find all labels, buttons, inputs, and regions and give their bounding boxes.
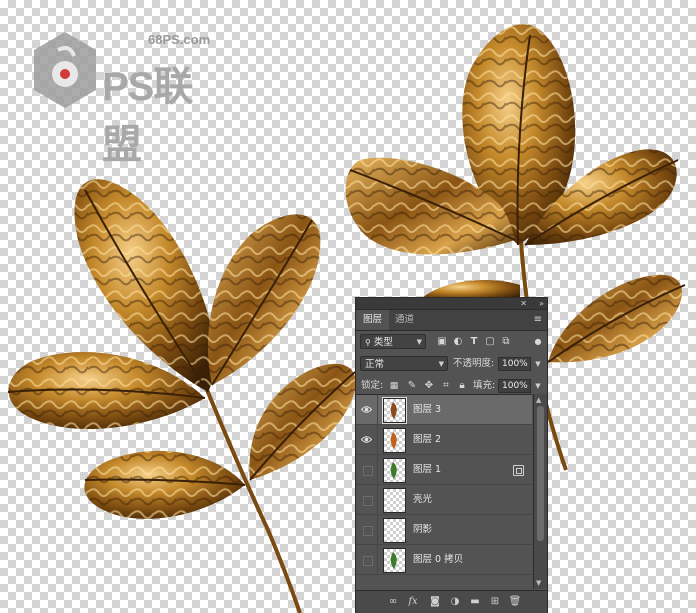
watermark-title: PS联盟: [102, 65, 193, 167]
visibility-toggle[interactable]: [356, 455, 378, 485]
group-icon[interactable]: ▬: [468, 595, 482, 609]
layer-thumbnail: [383, 548, 406, 573]
eye-icon: [361, 406, 372, 413]
layer-name[interactable]: 图层 2: [413, 425, 441, 455]
panel-bottom-toolbar: ∞ fx ◙ ◑ ▬ ⊞ 🗑︎: [356, 590, 547, 613]
adjustment-filter-icon[interactable]: ◐: [452, 336, 464, 348]
visibility-toggle[interactable]: [356, 485, 378, 515]
link-layers-icon[interactable]: ∞: [386, 595, 400, 609]
fill-chevron-icon[interactable]: ▼: [533, 379, 543, 393]
filter-kind-label: 类型: [373, 337, 393, 348]
lock-artboard-icon[interactable]: ⌗: [440, 380, 452, 392]
filter-row: ⚲ 类型 ▼ ▣ ◐ T ▢ ⧉ ●: [356, 331, 547, 353]
layer-name[interactable]: 阴影: [413, 515, 432, 545]
fill-input[interactable]: 100%: [498, 379, 531, 393]
blend-mode-select[interactable]: 正常 ▼: [360, 356, 448, 371]
filter-toggle-icon[interactable]: ●: [532, 336, 544, 348]
trash-icon[interactable]: 🗑︎: [508, 595, 522, 609]
layer-name[interactable]: 图层 1: [413, 455, 441, 485]
layer-row[interactable]: 图层 1: [356, 455, 532, 485]
scroll-up-icon[interactable]: ▲: [536, 396, 541, 404]
leaf-thumb-icon: [390, 432, 397, 449]
watermark: 68PS.com PS联盟: [30, 30, 230, 167]
visibility-toggle[interactable]: [356, 545, 378, 575]
layers-panel: ✕ » 图层 通道 ≡ ⚲ 类型 ▼ ▣ ◐ T ▢ ⧉ ● 正常 ▼ 不透明度…: [356, 298, 547, 613]
mask-icon[interactable]: ◙: [428, 595, 442, 609]
chevron-down-icon: ▼: [416, 338, 422, 346]
layer-list: 图层 3 图层 2 图层 1 亮光 阴影 图层 0 拷贝: [356, 394, 532, 590]
visibility-toggle[interactable]: [356, 395, 378, 425]
visibility-toggle[interactable]: [356, 425, 378, 455]
tab-channels[interactable]: 通道: [388, 310, 421, 330]
left-leaf-cluster: [7, 179, 356, 613]
lock-all-icon[interactable]: 🔒︎: [456, 380, 468, 392]
layer-thumbnail: [382, 397, 407, 424]
layer-name[interactable]: 图层 0 拷贝: [413, 545, 463, 575]
lock-paint-icon[interactable]: ✎: [406, 380, 418, 392]
layer-thumbnail: [383, 488, 406, 513]
layer-thumbnail: [383, 458, 406, 483]
layer-row[interactable]: 亮光: [356, 485, 532, 515]
opacity-label: 不透明度:: [453, 358, 495, 369]
leaf-lower-right: [547, 274, 686, 363]
hidden-box-icon: [363, 556, 373, 566]
shape-filter-icon[interactable]: ▢: [484, 336, 496, 348]
layer-list-scrollbar[interactable]: ▲ ▼: [533, 394, 547, 589]
tab-layers[interactable]: 图层: [356, 310, 390, 330]
leaf-left-center: [207, 214, 321, 386]
layer-thumbnail: [383, 428, 406, 453]
panel-menu-icon[interactable]: ≡: [534, 314, 542, 325]
layer-thumbnail: [383, 518, 406, 543]
leaf-lower-left-behind-panel: [420, 280, 520, 300]
lock-transparent-icon[interactable]: ▦: [388, 380, 400, 392]
type-filter-icon[interactable]: T: [468, 336, 480, 348]
layer-name[interactable]: 亮光: [413, 485, 432, 515]
close-panel-icon[interactable]: ✕: [520, 298, 527, 309]
panel-tab-bar: 图层 通道 ≡: [356, 310, 547, 331]
leaf-thumb-icon: [390, 402, 397, 419]
watermark-domain: 68PS.com: [148, 32, 211, 47]
leaf-left-bottom: [84, 450, 246, 519]
hidden-box-icon: [363, 496, 373, 506]
layer-row[interactable]: 图层 2: [356, 425, 532, 455]
layer-row[interactable]: 图层 3: [356, 395, 532, 425]
new-layer-icon[interactable]: ⊞: [488, 595, 502, 609]
smart-object-badge-icon: [513, 465, 524, 476]
chevron-down-icon: ▼: [438, 360, 444, 368]
adjustment-icon[interactable]: ◑: [448, 595, 462, 609]
smart-object-filter-icon[interactable]: ⧉: [500, 336, 512, 348]
lock-position-icon[interactable]: ✥: [423, 380, 435, 392]
leaf-thumb-icon: [390, 462, 397, 479]
fx-icon[interactable]: fx: [406, 595, 420, 609]
blend-mode-value: 正常: [365, 359, 385, 370]
hidden-box-icon: [363, 466, 373, 476]
image-filter-icon[interactable]: ▣: [436, 336, 448, 348]
leaf-left-right: [249, 363, 356, 481]
ps-union-logo: [34, 32, 96, 108]
collapse-icon[interactable]: »: [539, 298, 544, 309]
leaf-thumb-icon: [390, 552, 397, 569]
search-icon: ⚲: [365, 338, 371, 347]
scroll-thumb[interactable]: [537, 406, 544, 541]
scroll-down-icon[interactable]: ▼: [536, 579, 541, 587]
visibility-toggle[interactable]: [356, 515, 378, 545]
hidden-box-icon: [363, 526, 373, 536]
layer-name[interactable]: 图层 3: [413, 395, 441, 425]
panel-title-bar[interactable]: ✕ »: [356, 298, 547, 310]
layer-row[interactable]: 图层 0 拷贝: [356, 545, 532, 575]
layer-row[interactable]: 阴影: [356, 515, 532, 545]
opacity-input[interactable]: 100%: [498, 357, 531, 371]
filter-kind-select[interactable]: ⚲ 类型 ▼: [360, 334, 426, 349]
blend-row: 正常 ▼ 不透明度: 100% ▼: [356, 353, 547, 375]
opacity-chevron-icon[interactable]: ▼: [533, 357, 543, 371]
eye-icon: [361, 436, 372, 443]
